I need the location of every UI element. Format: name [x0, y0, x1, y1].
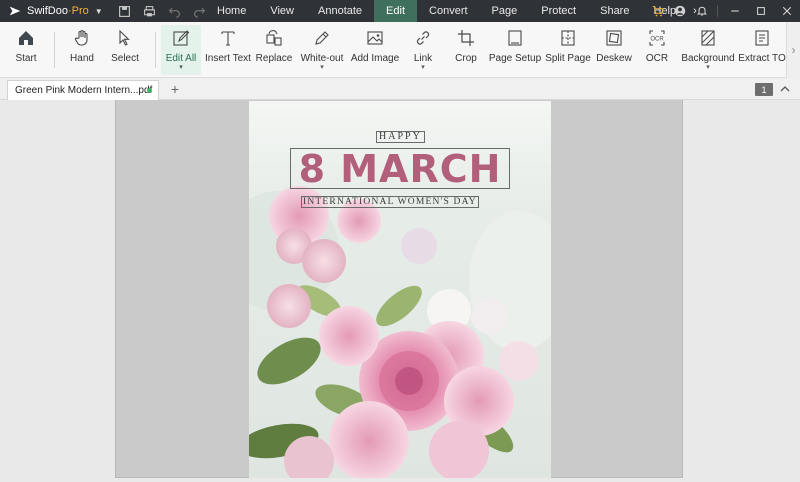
womens-day-subtitle[interactable]: INTERNATIONAL WOMEN'S DAY: [301, 196, 479, 208]
extract-toc-button[interactable]: Extract TO: [738, 25, 786, 75]
replace-button[interactable]: Replace: [256, 25, 292, 75]
cursor-arrow-icon: [114, 27, 136, 49]
quick-access-toolbar: [117, 3, 208, 19]
home-icon: [15, 27, 37, 49]
happy-heading[interactable]: HAPPY: [376, 131, 425, 143]
document-tab-title: Green Pink Modern Intern...pdf: [15, 85, 153, 96]
app-name: SwifDoo·Pro: [27, 5, 89, 17]
main-menu: Home View Annotate Edit Convert Page Pro…: [205, 0, 702, 22]
page-setup-icon: [504, 27, 526, 49]
menu-annotate[interactable]: Annotate: [306, 0, 374, 22]
app-menu-caret-icon[interactable]: ▼: [95, 7, 103, 16]
minimize-icon[interactable]: [722, 0, 748, 22]
ocr-icon: OCR: [646, 27, 668, 49]
replace-icon: [263, 27, 285, 49]
hand-tool-button[interactable]: Hand: [64, 25, 100, 75]
edit-all-button[interactable]: Edit All ▾: [161, 25, 201, 75]
eraser-pen-icon: [311, 27, 333, 49]
close-icon[interactable]: [774, 0, 800, 22]
account-icon[interactable]: [669, 0, 691, 22]
split-page-button[interactable]: Split Page: [545, 25, 591, 75]
print-icon[interactable]: [142, 3, 158, 19]
white-out-dropdown-icon[interactable]: ▾: [320, 64, 324, 71]
deskew-icon: [603, 27, 625, 49]
add-tab-button[interactable]: +: [168, 80, 182, 98]
undo-icon[interactable]: [167, 3, 183, 19]
swifdoo-logo-icon: [9, 6, 21, 16]
link-button[interactable]: Link ▾: [407, 25, 439, 75]
background-button[interactable]: Background ▾: [681, 25, 735, 75]
insert-text-button[interactable]: Insert Text: [205, 25, 251, 75]
split-page-icon: [557, 27, 579, 49]
menu-view[interactable]: View: [258, 0, 306, 22]
workspace: HAPPY 8 MARCH INTERNATIONAL WOMEN'S DAY: [0, 100, 800, 482]
background-icon: [697, 27, 719, 49]
crop-icon: [455, 27, 477, 49]
start-button[interactable]: Start: [8, 25, 44, 75]
page-setup-button[interactable]: Page Setup: [489, 25, 541, 75]
menu-protect[interactable]: Protect: [529, 0, 588, 22]
bell-icon[interactable]: [691, 0, 713, 22]
ocr-button[interactable]: OCR OCR: [642, 25, 672, 75]
menu-convert[interactable]: Convert: [417, 0, 480, 22]
pdf-page[interactable]: HAPPY 8 MARCH INTERNATIONAL WOMEN'S DAY: [249, 101, 551, 478]
document-tab-strip: Green Pink Modern Intern...pdf + 1: [0, 78, 800, 100]
cart-icon[interactable]: [647, 0, 669, 22]
edit-box-icon: [170, 27, 192, 49]
ribbon-divider: [155, 32, 156, 68]
menu-share[interactable]: Share: [588, 0, 641, 22]
crop-button[interactable]: Crop: [450, 25, 482, 75]
edit-all-dropdown-icon[interactable]: ▾: [179, 64, 183, 71]
document-tab[interactable]: Green Pink Modern Intern...pdf: [7, 80, 159, 100]
link-dropdown-icon[interactable]: ▾: [421, 64, 425, 71]
menu-edit[interactable]: Edit: [374, 0, 418, 22]
hand-icon: [71, 27, 93, 49]
march-headline[interactable]: 8 MARCH: [290, 148, 510, 189]
document-canvas[interactable]: HAPPY 8 MARCH INTERNATIONAL WOMEN'S DAY: [115, 100, 683, 478]
white-out-button[interactable]: White-out ▾: [299, 25, 345, 75]
ribbon-scroll-right-icon[interactable]: ›: [786, 22, 800, 78]
deskew-button[interactable]: Deskew: [596, 25, 632, 75]
select-tool-button[interactable]: Select: [107, 25, 143, 75]
menu-page[interactable]: Page: [480, 0, 530, 22]
title-bar: SwifDoo·Pro ▼ Home View Annotate Edit Co…: [0, 0, 800, 22]
menu-home[interactable]: Home: [205, 0, 258, 22]
link-icon: [412, 27, 434, 49]
svg-text:OCR: OCR: [650, 37, 664, 43]
title-right-controls: [647, 0, 800, 22]
collapse-chevron-up-icon[interactable]: [779, 82, 791, 96]
add-image-button[interactable]: Add Image: [351, 25, 399, 75]
background-dropdown-icon[interactable]: ▾: [706, 64, 710, 71]
save-icon[interactable]: [117, 3, 133, 19]
text-t-icon: [217, 27, 239, 49]
maximize-icon[interactable]: [748, 0, 774, 22]
ribbon-divider: [54, 32, 55, 68]
app-logo[interactable]: SwifDoo·Pro ▼: [0, 0, 103, 22]
image-icon: [364, 27, 386, 49]
edit-ribbon: Start Hand Select Edit All ▾ Insert Text…: [0, 22, 800, 78]
tab-status-dot-icon: [147, 88, 152, 93]
page-number-badge[interactable]: 1: [755, 83, 773, 96]
title-divider: [717, 5, 718, 17]
extract-toc-icon: [751, 27, 773, 49]
